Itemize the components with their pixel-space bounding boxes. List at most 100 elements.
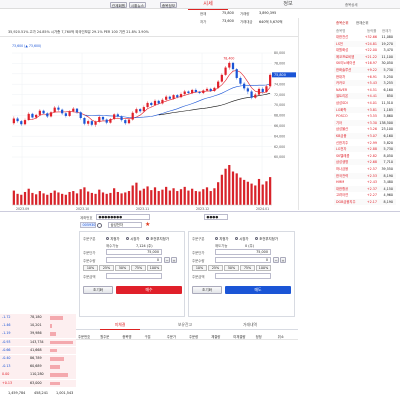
candle-body xyxy=(116,114,119,117)
sell-type-market[interactable]: 시장가 xyxy=(235,236,249,241)
orderbook-bid-row[interactable]: -0.13 60,689 xyxy=(0,363,76,371)
buy-pct-75[interactable]: 75% xyxy=(131,265,146,271)
buy-qty-field[interactable]: 0 xyxy=(106,257,162,263)
ranking-row[interactable]: 삼성물산 +3.26 23,100 xyxy=(334,126,396,132)
buy-submit-button[interactable]: 매수 xyxy=(116,286,182,294)
orderbook-bid-row[interactable]: -0.40 86,789 xyxy=(0,355,76,363)
ranking-row[interactable]: 하나금융 +2.57 39,550 xyxy=(334,166,396,172)
buy-pct-100[interactable]: 100% xyxy=(147,265,162,271)
orderbook-bid-row[interactable]: +0.13 63,000 xyxy=(0,379,76,388)
ranking-row[interactable]: 삼성SDI +4.01 11,510 xyxy=(334,100,396,106)
ranking-row[interactable]: 기아 +3.30 138,500 xyxy=(334,119,396,126)
ranking-row[interactable]: 삼성생명 +2.68 7,710 xyxy=(334,159,396,166)
orderbook-bid-qty: 143,734 xyxy=(30,339,44,344)
sell-qty-field[interactable]: 0 xyxy=(215,257,271,263)
stock-code-field[interactable]: 005930 xyxy=(80,222,96,228)
password-field[interactable]: ●●●● xyxy=(204,213,228,220)
sell-price-field[interactable]: 75,000 xyxy=(215,249,271,255)
ranking-row[interactable]: 대한항공 +2.37 4,150 xyxy=(334,185,396,192)
ranking-row[interactable]: LS전 +24.81 19,270 xyxy=(334,40,396,47)
top-button-news[interactable]: 시황뉴스 xyxy=(129,1,146,8)
tab-quote[interactable]: 시세 xyxy=(188,0,228,10)
sell-qty-up-button[interactable]: + xyxy=(280,257,286,263)
buy-qty-down-button[interactable]: − xyxy=(164,257,170,263)
ranking-row[interactable]: LG화학 +3.81 1,185 xyxy=(334,106,396,113)
stock-detail-link[interactable]: 종목상세 xyxy=(345,2,357,7)
ranking-row[interactable]: 한화솔루션 +9.22 5,730 xyxy=(334,67,396,74)
ranking-row[interactable]: KB금융 +3.07 6,160 xyxy=(334,133,396,140)
sell-pct-100[interactable]: 100% xyxy=(256,265,271,271)
ranking-row[interactable]: DGB금융지주 +2.17 8,190 xyxy=(334,199,396,206)
buy-type-limit[interactable]: 지정가 xyxy=(106,236,120,241)
ranking-row[interactable]: 셀트리온 +4.41 850 xyxy=(334,93,396,100)
volume-bar xyxy=(157,191,160,205)
ranking-row[interactable]: 신한지주 +2.99 5,820 xyxy=(334,140,396,146)
top-button-stock-info[interactable]: 종목정보 xyxy=(160,1,177,8)
volume-bar xyxy=(124,192,127,205)
orderbook-bid-row[interactable]: -1.46 10,201 xyxy=(0,322,76,330)
ranking-tab-0[interactable]: 종목순위 xyxy=(336,20,348,25)
candle-body xyxy=(68,111,71,116)
buy-qty-up-button[interactable]: + xyxy=(171,257,177,263)
chart-top-note: 73,600 (▲ 73,600) xyxy=(12,44,41,48)
chart-area[interactable]: 80,00078,00076,00074,00072,00070,00068,0… xyxy=(0,36,298,211)
orderbook-bid-row[interactable]: -1.19 39,986 xyxy=(0,330,76,338)
buy-pct-10[interactable]: 10% xyxy=(83,265,98,271)
candle-body xyxy=(57,107,60,110)
ranking-row[interactable]: 에코프로비엠 +21.22 11,100 xyxy=(334,53,396,60)
volume-bar xyxy=(205,187,209,205)
ranking-row[interactable]: SK텔레콤 +2.82 8,050 xyxy=(334,153,396,159)
buy-price-field[interactable]: 75,000 xyxy=(106,249,162,255)
sell-type-conditional[interactable]: 조건부지정가 xyxy=(255,236,278,241)
ranking-name: 에코프로비엠 xyxy=(336,54,355,59)
sell-type-limit[interactable]: 지정가 xyxy=(215,236,229,241)
candle-body xyxy=(16,118,19,122)
sell-pct-10[interactable]: 10% xyxy=(192,265,207,271)
orderbook-bid-row[interactable]: -1.72 78,180 xyxy=(0,314,76,322)
ranking-row[interactable]: HMM +2.43 3,480 xyxy=(334,179,396,185)
ranking-tab-1[interactable]: 현재순위 xyxy=(356,20,368,25)
sell-qty-down-button[interactable]: − xyxy=(273,257,279,263)
buy-pct-25[interactable]: 25% xyxy=(99,265,114,271)
ranking-row[interactable]: NAVER +4.51 6,160 xyxy=(334,87,396,93)
candle-body xyxy=(72,108,75,112)
volume-bar xyxy=(146,186,149,205)
volume-bar xyxy=(72,191,75,205)
ranking-row[interactable]: SK이노베이션 +16.97 30,050 xyxy=(334,60,396,66)
buy-pct-50[interactable]: 50% xyxy=(115,265,130,271)
buy-reset-button[interactable]: 초기화 xyxy=(83,286,113,294)
ranking-row[interactable]: 한국전력 +2.53 8,190 xyxy=(334,172,396,179)
ranking-row[interactable]: 고려아연 +2.27 4,960 xyxy=(334,192,396,198)
bottom-tab-history[interactable]: 거래내역 xyxy=(230,321,270,329)
favorite-star-icon[interactable]: ★ xyxy=(145,221,150,228)
sell-pct-75[interactable]: 75% xyxy=(240,265,255,271)
buy-type-conditional[interactable]: 조건부지정가 xyxy=(146,236,169,241)
sell-pct-25[interactable]: 25% xyxy=(208,265,223,271)
bottom-tab-pending[interactable]: 미체결 xyxy=(100,321,140,330)
ranking-row[interactable]: 현대차 +6.91 5,250 xyxy=(334,74,396,80)
orderbook-bid-row[interactable]: -0.93 143,734 xyxy=(0,338,76,347)
tab-info[interactable]: 정보 xyxy=(268,0,308,9)
sell-pct-50[interactable]: 50% xyxy=(224,265,239,271)
orderbook-bid-row[interactable]: 0.00 110,280 xyxy=(0,371,76,379)
sell-submit-button[interactable]: 매도 xyxy=(225,286,291,294)
search-icon[interactable] xyxy=(97,222,102,228)
ranking-row[interactable]: 대한전선 +32.66 11,080 xyxy=(334,34,396,40)
candle-body xyxy=(105,119,108,123)
top-button-members[interactable]: 관계회원 xyxy=(110,1,127,8)
bottom-tab-holdings[interactable]: 보유잔고 xyxy=(165,321,205,329)
candle-body xyxy=(61,109,64,114)
buy-type-market[interactable]: 시장가 xyxy=(126,236,140,241)
sell-reset-button[interactable]: 초기화 xyxy=(192,286,222,294)
ranking-row[interactable]: LG전자 +2.88 5,730 xyxy=(334,146,396,153)
ranking-list: 대한전선 +32.66 11,080 LS전 +24.81 19,270 대원화성 +22.0… xyxy=(334,34,400,206)
y-tick-label: 60,000 xyxy=(274,155,285,159)
orderbook-bid-row[interactable]: -0.66 41,668 xyxy=(0,346,76,355)
account-field[interactable]: ●●●●●●●● xyxy=(96,213,150,220)
price-chart[interactable]: 80,00078,00076,00074,00072,00070,00068,0… xyxy=(0,37,298,212)
ranking-row[interactable]: 카카오 +5.43 3,255 xyxy=(334,80,396,87)
ranking-row[interactable]: 대원화성 +22.00 3,470 xyxy=(334,47,396,53)
candle-body xyxy=(205,88,209,91)
volume-bar xyxy=(165,186,168,205)
ranking-row[interactable]: POSCO +3.55 5,860 xyxy=(334,113,396,119)
